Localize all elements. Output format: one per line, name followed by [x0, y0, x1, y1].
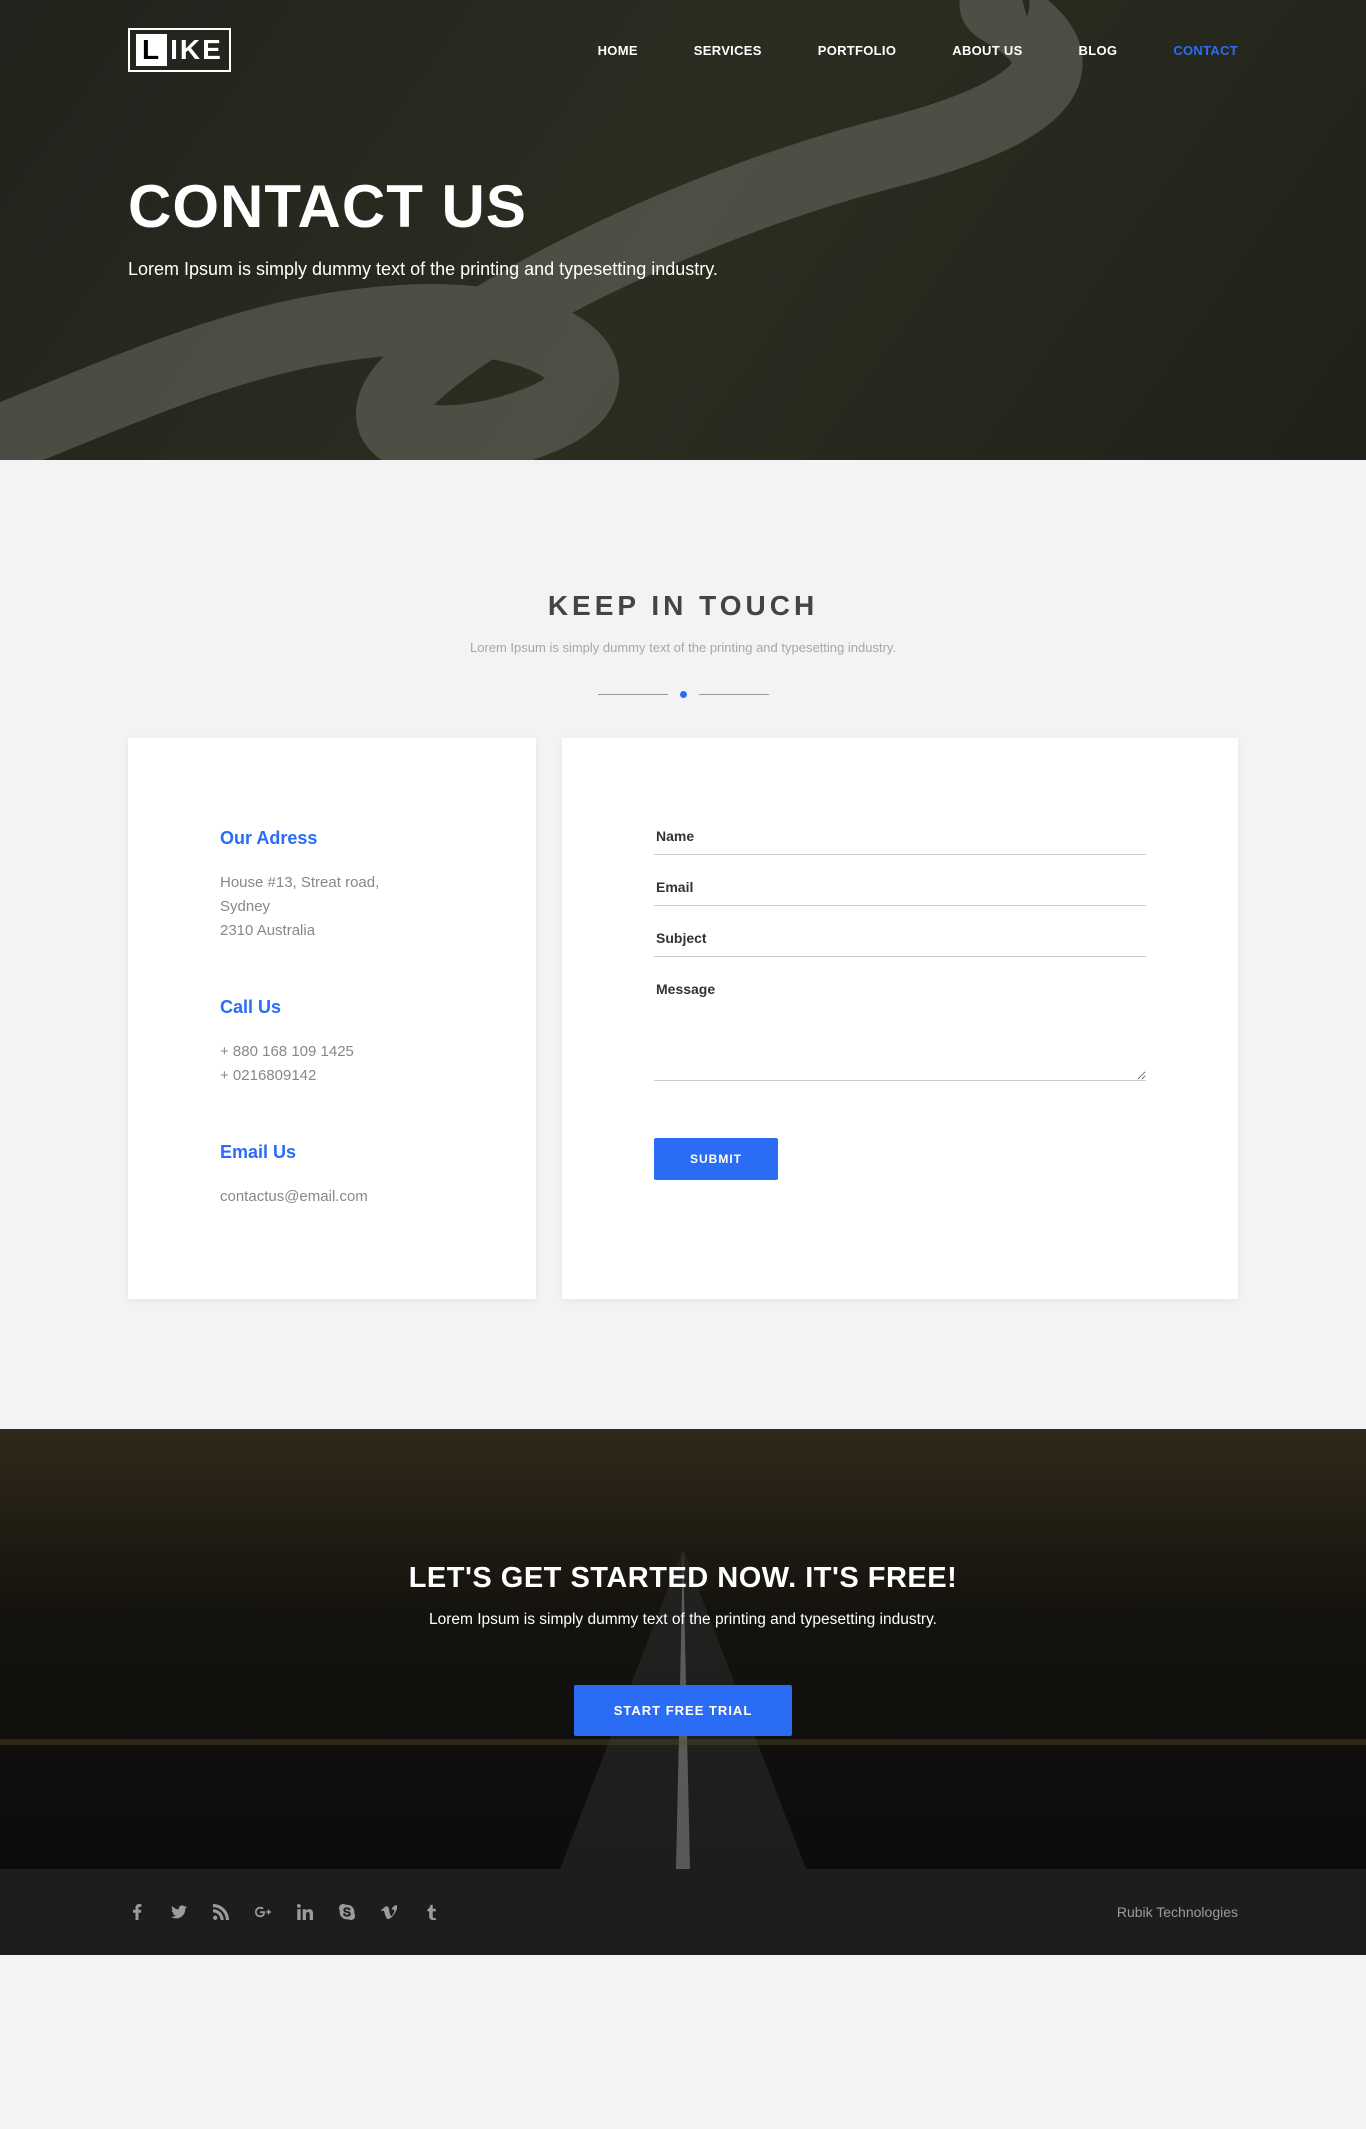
main-nav: HOME SERVICES PORTFOLIO ABOUT US BLOG CO…: [598, 43, 1238, 58]
divider-line: [699, 694, 769, 695]
nav-blog[interactable]: BLOG: [1079, 43, 1118, 58]
address-block: Our Adress House #13, Streat road, Sydne…: [220, 828, 488, 943]
page-title: CONTACT US: [128, 172, 1238, 241]
email-block: Email Us contactus@email.com: [220, 1142, 488, 1209]
page-subtitle: Lorem Ipsum is simply dummy text of the …: [128, 259, 1238, 280]
social-icons: [128, 1903, 440, 1921]
call-block: Call Us + 880 168 109 1425 + 0216809142: [220, 997, 488, 1088]
address-heading: Our Adress: [220, 828, 488, 849]
linkedin-icon[interactable]: [296, 1903, 314, 1921]
message-field[interactable]: [654, 971, 1146, 1081]
name-field[interactable]: [654, 818, 1146, 855]
phone-line: + 880 168 109 1425: [220, 1040, 488, 1064]
address-line: Sydney: [220, 895, 488, 919]
start-free-trial-button[interactable]: START FREE TRIAL: [574, 1685, 793, 1736]
divider-dot: [680, 691, 687, 698]
subject-field[interactable]: [654, 920, 1146, 957]
section-divider: [128, 691, 1238, 698]
contact-section: KEEP IN TOUCH Lorem Ipsum is simply dumm…: [0, 460, 1366, 1429]
phone-line: + 0216809142: [220, 1064, 488, 1088]
logo-left: L: [136, 34, 167, 66]
cta-section: LET'S GET STARTED NOW. IT'S FREE! Lorem …: [0, 1429, 1366, 1869]
tumblr-icon[interactable]: [422, 1903, 440, 1921]
cta-title: LET'S GET STARTED NOW. IT'S FREE!: [409, 1562, 958, 1595]
vimeo-icon[interactable]: [380, 1903, 398, 1921]
submit-button[interactable]: SUBMIT: [654, 1138, 778, 1180]
nav-portfolio[interactable]: PORTFOLIO: [818, 43, 897, 58]
section-subtitle: Lorem Ipsum is simply dummy text of the …: [128, 640, 1238, 655]
email-line: contactus@email.com: [220, 1185, 488, 1209]
address-line: House #13, Streat road,: [220, 871, 488, 895]
divider-line: [598, 694, 668, 695]
rss-icon[interactable]: [212, 1903, 230, 1921]
nav-services[interactable]: SERVICES: [694, 43, 762, 58]
cta-subtitle: Lorem Ipsum is simply dummy text of the …: [429, 1611, 937, 1629]
address-line: 2310 Australia: [220, 919, 488, 943]
nav-contact[interactable]: CONTACT: [1173, 43, 1238, 58]
hero: L IKE HOME SERVICES PORTFOLIO ABOUT US B…: [0, 0, 1366, 460]
cta-background-illustration: [0, 1429, 1366, 1869]
footer: Rubik Technologies: [0, 1869, 1366, 1955]
footer-company: Rubik Technologies: [1117, 1904, 1238, 1920]
nav-about[interactable]: ABOUT US: [952, 43, 1022, 58]
skype-icon[interactable]: [338, 1903, 356, 1921]
contact-form-card: SUBMIT: [562, 738, 1238, 1299]
nav-home[interactable]: HOME: [598, 43, 638, 58]
call-heading: Call Us: [220, 997, 488, 1018]
email-field[interactable]: [654, 869, 1146, 906]
hero-text: CONTACT US Lorem Ipsum is simply dummy t…: [128, 172, 1238, 280]
section-title: KEEP IN TOUCH: [128, 590, 1238, 622]
facebook-icon[interactable]: [128, 1903, 146, 1921]
logo[interactable]: L IKE: [128, 28, 231, 72]
logo-right: IKE: [170, 34, 223, 66]
googleplus-icon[interactable]: [254, 1903, 272, 1921]
navbar: L IKE HOME SERVICES PORTFOLIO ABOUT US B…: [128, 0, 1238, 72]
twitter-icon[interactable]: [170, 1903, 188, 1921]
email-heading: Email Us: [220, 1142, 488, 1163]
contact-info-card: Our Adress House #13, Streat road, Sydne…: [128, 738, 536, 1299]
